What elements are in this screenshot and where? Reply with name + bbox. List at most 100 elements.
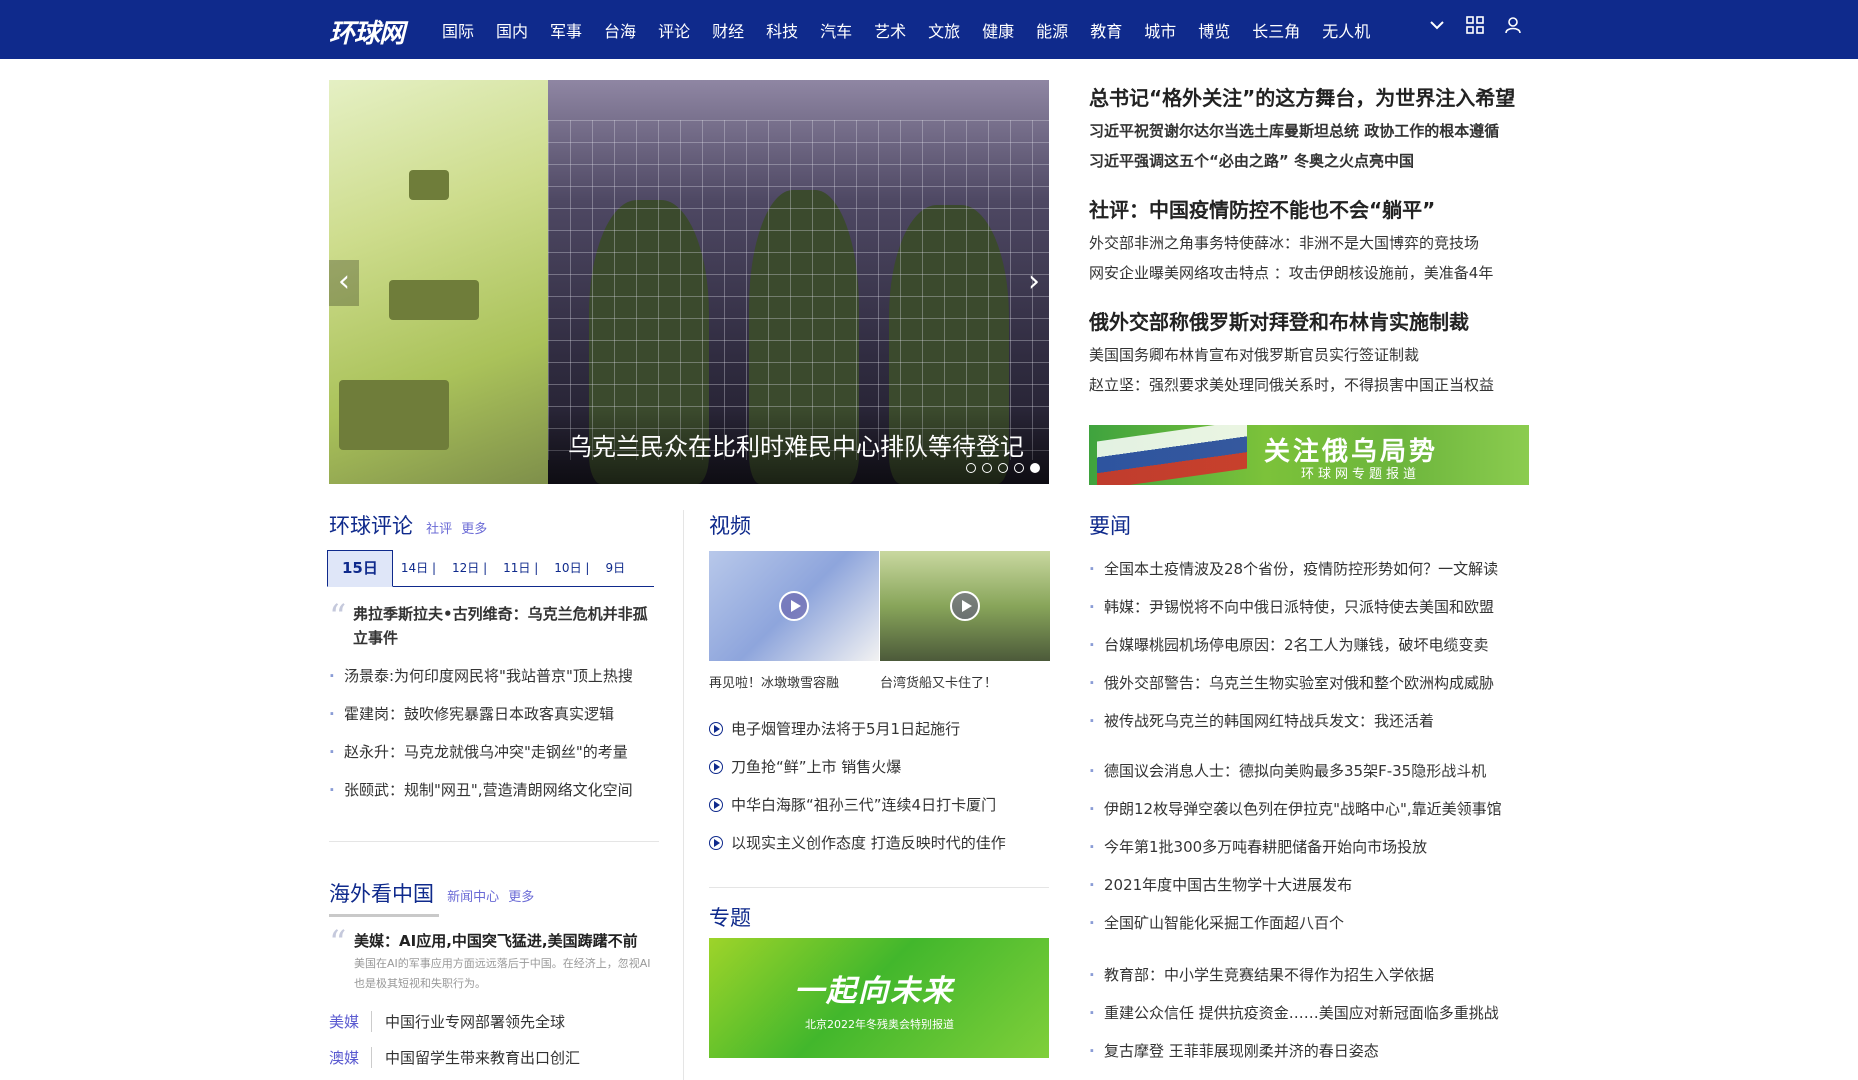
news-list-item[interactable]: 台媒曝桃园机场停电原因：2名工人为赚钱，破坏电缆变卖 [1089,626,1529,664]
comment-link-more[interactable]: 更多 [461,522,487,537]
video-title[interactable]: 中华白海豚“祖孙三代”连续4日打卡厦门 [731,786,996,824]
topic-section-title[interactable]: 专题 [709,906,751,930]
video-title[interactable]: 刀鱼抢“鲜”上市 销售火爆 [731,748,901,786]
nav-item[interactable]: 城市 [1144,18,1176,42]
video-list-item[interactable]: 电子烟管理办法将于5月1日起施行 [709,710,1049,748]
news-list-item[interactable]: 重建公众信任 提供抗疫资金……美国应对新冠面临多重挑战 [1089,994,1529,1032]
news-list-item[interactable]: 俄外交部警告：乌克兰生物实验室对俄和整个欧洲构成威胁 [1089,664,1529,702]
headline-sub[interactable]: 习近平祝贺谢尔达尔当选土库曼斯坦总统 政协工作的根本遵循 [1089,116,1529,146]
date-tab[interactable]: 11日 | [495,559,546,586]
video-list-item[interactable]: 中华白海豚“祖孙三代”连续4日打卡厦门 [709,786,1049,824]
overseas-link-newscenter[interactable]: 新闻中心 [447,890,499,905]
russia-ukraine-topic-banner[interactable]: 关注俄乌局势 环球网专题报道 [1089,425,1529,485]
nav-item[interactable]: 国内 [496,18,528,42]
comment-section-title[interactable]: 环球评论 [329,514,413,538]
comment-lead[interactable]: “ 弗拉季斯拉夫•古列维奇：乌克兰危机并非孤立事件 [329,600,659,650]
nav-item[interactable]: 文旅 [928,18,960,42]
news-list-item[interactable]: 2021年度中国古生物学十大进展发布 [1089,866,1529,904]
headline-sub[interactable]: 赵立坚：强烈要求美处理同俄关系时，不得损害中国正当权益 [1089,370,1529,400]
news-list-item[interactable]: 今年第1批300多万吨春耕肥储备开始向市场投放 [1089,828,1529,866]
news-list-item[interactable]: 全国本土疫情波及28个省份，疫情防控形势如何？一文解读 [1089,550,1529,588]
date-tab-label: 14日 [400,561,429,575]
nav-item[interactable]: 健康 [982,18,1014,42]
nav-item[interactable]: 长三角 [1252,18,1300,42]
video-thumb-caption-1[interactable]: 再见啦！冰墩墩雪容融 [709,672,839,691]
carousel-next-arrow[interactable]: › [1019,260,1049,306]
video-list-item[interactable]: 刀鱼抢“鲜”上市 销售火爆 [709,748,1049,786]
video-title[interactable]: 电子烟管理办法将于5月1日起施行 [731,710,960,748]
overseas-media-item[interactable]: 美媒 中国行业专网部署领先全球 [329,1003,659,1039]
video-thumb-2[interactable] [880,551,1050,661]
comment-list-item[interactable]: 张颐武：规制"网丑",营造清朗网络文化空间 [329,771,659,809]
news-list-item[interactable]: 复古摩登 王菲菲展现刚柔并济的春日姿态 [1089,1032,1529,1070]
headline-main[interactable]: 社评：中国疫情防控不能也不会“躺平” [1089,192,1529,228]
date-tab[interactable]: 10日 | [546,559,597,586]
nav-item[interactable]: 军事 [550,18,582,42]
nav-item[interactable]: 财经 [712,18,744,42]
comment-link-editorial[interactable]: 社评 [426,522,452,537]
comment-list-item[interactable]: 赵永升：马克龙就俄乌冲突"走钢丝"的考量 [329,733,659,771]
topic-banner[interactable]: 一起向未来 北京2022年冬残奥会特别报道 [709,938,1049,1058]
video-thumb-1[interactable] [709,551,879,661]
divider [709,887,1049,888]
news-list-item[interactable]: 伊朗12枚导弹空袭以色列在伊拉克"战略中心",靠近美领事馆 [1089,790,1529,828]
nav-item[interactable]: 博览 [1198,18,1230,42]
media-tag[interactable]: 澳媒 [329,1046,372,1068]
video-title[interactable]: 以现实主义创作态度 打造反映时代的佳作 [731,824,1006,862]
news-list-item[interactable]: 教育部：中小学生竞赛结果不得作为招生入学依据 [1089,956,1529,994]
grid-menu-icon[interactable] [1466,16,1484,34]
video-list-item[interactable]: 以现实主义创作态度 打造反映时代的佳作 [709,824,1049,862]
carousel-dot[interactable] [1014,463,1024,473]
topic-section-header: 专题 [709,902,751,932]
nav-item[interactable]: 国际 [442,18,474,42]
nav-item[interactable]: 评论 [658,18,690,42]
overseas-section-title[interactable]: 海外看中国 [329,882,434,906]
overseas-lead-title[interactable]: 美媒：AI应用,中国突飞猛进,美国踌躇不前 [354,928,659,954]
comment-list-item[interactable]: 霍建岗：鼓吹修宪暴露日本政客真实逻辑 [329,695,659,733]
comment-list-item[interactable]: 汤景泰:为何印度网民将"我站普京"顶上热搜 [329,657,659,695]
news-list-item[interactable]: 全国矿山智能化采掘工作面超八百个 [1089,904,1529,942]
headline-sub[interactable]: 习近平强调这五个“必由之路” 冬奥之火点亮中国 [1089,146,1529,176]
hero-carousel[interactable]: 乌克兰民众在比利时难民中心排队等待登记 ‹ › [329,80,1049,484]
tab-separator: | [581,561,590,575]
video-thumb-caption-2[interactable]: 台湾货船又卡住了！ [880,672,997,691]
play-icon[interactable] [950,591,980,621]
carousel-dot[interactable] [982,463,992,473]
video-section-title[interactable]: 视频 [709,514,751,538]
headline-sub[interactable]: 美国国务卿布林肯宣布对俄罗斯官员实行签证制裁 [1089,340,1529,370]
site-logo[interactable]: 环球网 [329,13,405,50]
news-list-item[interactable]: 德国议会消息人士：德拟向美购最多35架F-35隐形战斗机 [1089,752,1529,790]
news-list-item[interactable]: 韩媒：尹锡悦将不向中俄日派特使，只派特使去美国和欧盟 [1089,588,1529,626]
nav-item[interactable]: 教育 [1090,18,1122,42]
nav-item[interactable]: 艺术 [874,18,906,42]
overseas-link-more[interactable]: 更多 [508,890,534,905]
nav-item[interactable]: 能源 [1036,18,1068,42]
nav-item[interactable]: 科技 [766,18,798,42]
overseas-media-item[interactable]: 澳媒 中国留学生带来教育出口创汇 [329,1039,659,1075]
headline-sub[interactable]: 网安企业曝美网络攻击特点 ：攻击伊朗核设施前，美准备4年 [1089,258,1529,288]
carousel-dot[interactable] [998,463,1008,473]
headline-sub[interactable]: 外交部非洲之角事务特使薛冰：非洲不是大国博弈的竞技场 [1089,228,1529,258]
headline-main[interactable]: 俄外交部称俄罗斯对拜登和布林肯实施制裁 [1089,304,1529,340]
media-headline[interactable]: 中国行业专网部署领先全球 [385,1011,565,1032]
carousel-prev-arrow[interactable]: ‹ [329,260,359,306]
media-headline[interactable]: 中国留学生带来教育出口创汇 [385,1047,580,1068]
media-tag[interactable]: 美媒 [329,1010,372,1032]
chevron-down-icon[interactable] [1428,16,1446,34]
nav-item[interactable]: 台海 [604,18,636,42]
date-tab[interactable]: 14日 | [393,559,444,586]
news-section-title[interactable]: 要闻 [1089,514,1131,538]
news-list-item[interactable]: 被传战死乌克兰的韩国网红特战兵发文：我还活着 [1089,702,1529,740]
nav-item[interactable]: 无人机 [1322,18,1370,42]
play-icon[interactable] [779,591,809,621]
overseas-lead[interactable]: “ 美媒：AI应用,中国突飞猛进,美国踌躇不前 美国在AI的军事应用方面远远落后… [329,926,659,994]
date-tab[interactable]: 15日 [327,550,393,587]
date-tab[interactable]: 9日 [597,559,633,586]
carousel-dot[interactable] [966,463,976,473]
nav-item[interactable]: 汽车 [820,18,852,42]
headline-main[interactable]: 总书记“格外关注”的这方舞台，为世界注入希望 [1089,80,1529,116]
user-icon[interactable] [1504,16,1522,34]
carousel-dot[interactable] [1030,463,1040,473]
comment-lead-title[interactable]: 弗拉季斯拉夫•古列维奇：乌克兰危机并非孤立事件 [353,602,659,650]
date-tab[interactable]: 12日 | [444,559,495,586]
